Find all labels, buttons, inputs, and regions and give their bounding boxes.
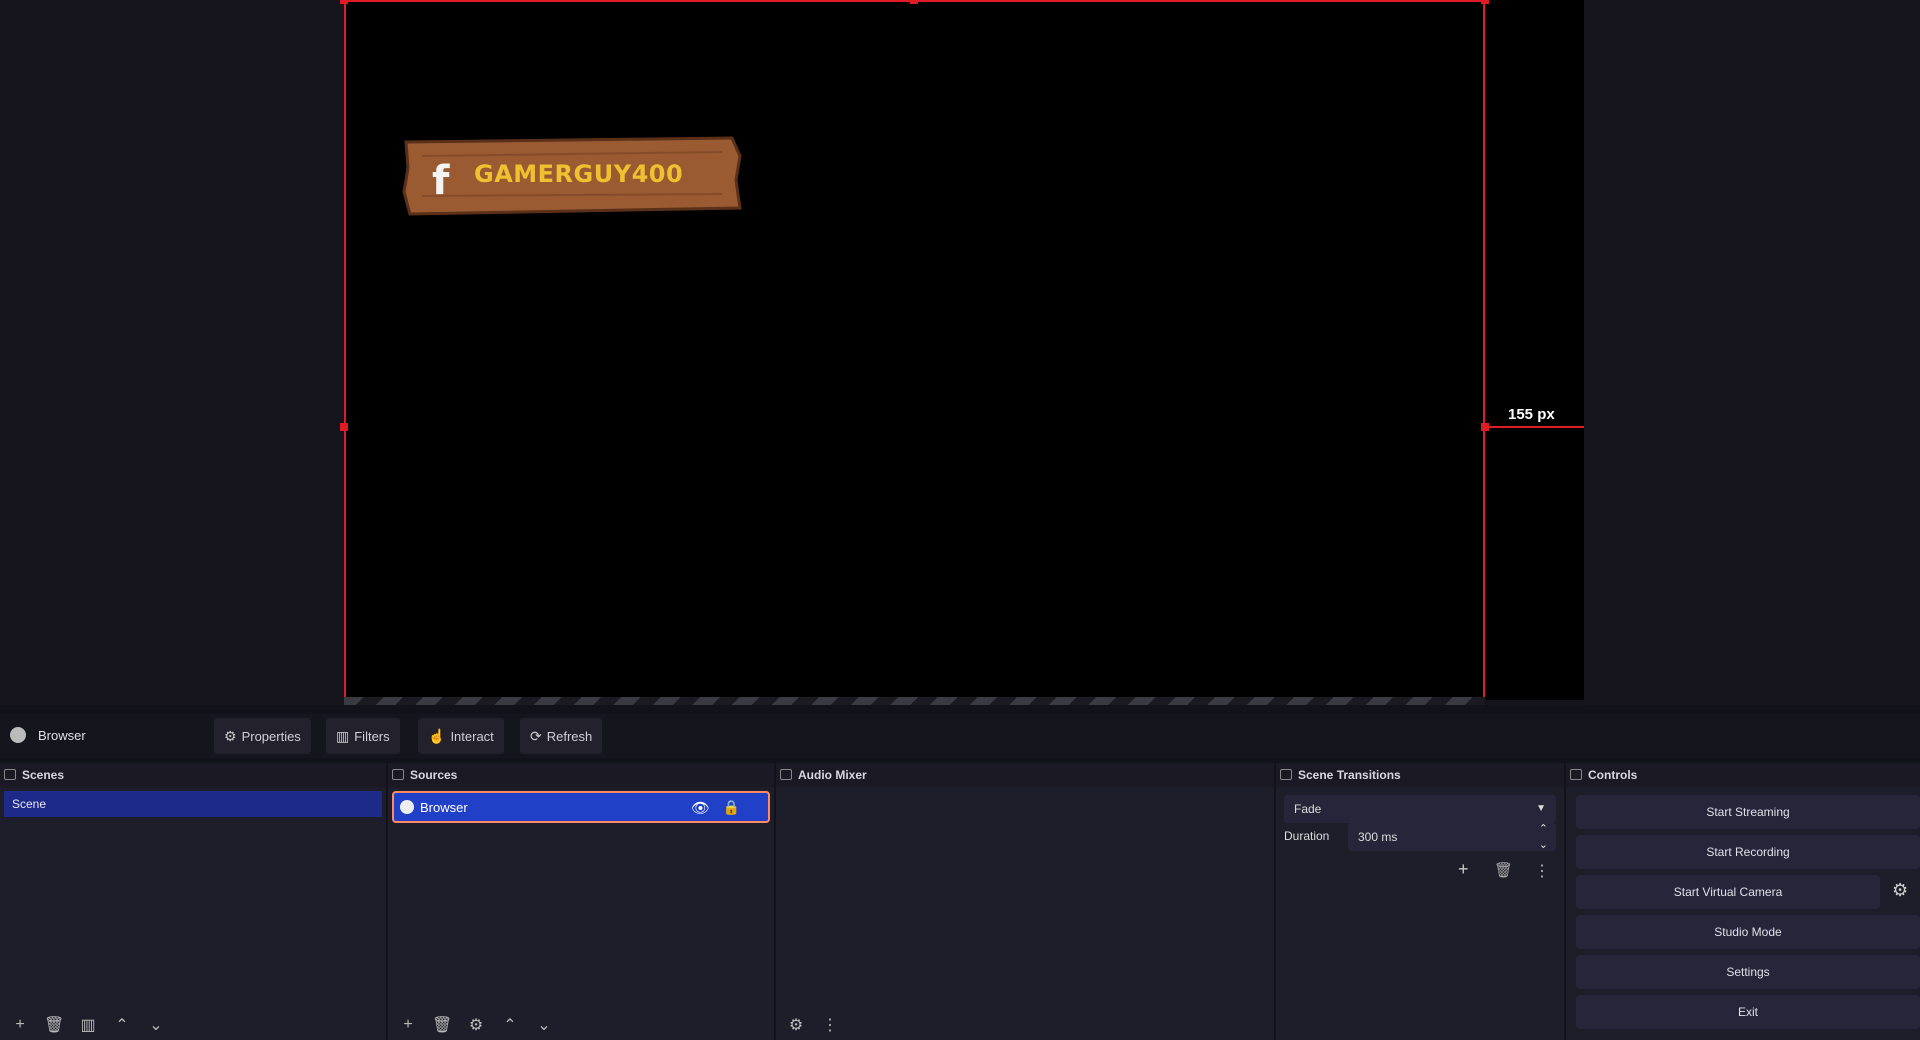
distance-label: 155 px [1508,406,1555,423]
gear-icon: ⚙ [224,727,237,744]
properties-button[interactable]: ⚙ Properties [214,718,311,754]
scene-transitions-dock-title: Scene Transitions [1276,763,1564,787]
studio-mode-button[interactable]: Studio Mode [1576,915,1920,949]
selection-box[interactable] [344,0,1485,705]
browser-source-icon [10,727,26,743]
duration-input[interactable]: 300 ms ⌃ ⌄ [1348,823,1556,851]
lock-icon[interactable]: 🔒 [723,799,740,816]
audio-mixer-dock: Audio Mixer ⚙ ⋮ [776,763,1274,1040]
selected-source-name: Browser [38,728,86,743]
resize-handle-left[interactable] [340,423,348,431]
preview-margin-right [1584,0,1920,705]
exit-button[interactable]: Exit [1576,995,1920,1029]
source-list-item[interactable]: Browser 👁 🔒 [392,791,770,823]
preview-area: f GAMERGUY400 155 px [0,0,1920,705]
filter-icon: ▥ [336,727,350,744]
chevron-up-icon[interactable]: ⌃ [500,1015,520,1035]
chevron-up-icon[interactable]: ⌃ [112,1015,132,1035]
resize-handle-top[interactable] [910,0,918,4]
sources-list[interactable] [388,789,774,1040]
preview-margin-left [0,0,344,705]
start-virtual-camera-button[interactable]: Start Virtual Camera [1576,875,1880,909]
trash-icon[interactable]: 🗑 [44,1015,64,1035]
gear-icon[interactable]: ⚙ [1892,880,1908,901]
audio-mixer-body [776,789,1274,1040]
transition-select[interactable]: Fade ▼ [1284,795,1556,823]
add-icon[interactable]: + [398,1016,418,1034]
scene-list-item[interactable]: Scene [4,791,382,817]
add-icon[interactable]: + [1458,859,1469,880]
duration-label: Duration [1284,829,1330,843]
chevron-down-icon[interactable]: ⌄ [146,1015,166,1035]
audio-mixer-dock-title: Audio Mixer [776,763,1274,787]
hand-pointer-icon: ☝ [428,727,446,744]
eye-icon[interactable]: 👁 [691,799,710,817]
scenes-list[interactable] [0,789,386,1040]
filters-button[interactable]: ▥ Filters [326,718,400,754]
dock-icon [4,769,16,780]
scenes-dock-title: Scenes [0,763,386,787]
refresh-icon: ⟳ [530,727,542,744]
canvas-edge-hatch [344,697,1485,705]
browser-source-icon [400,800,414,814]
chevron-down-icon[interactable]: ⌄ [534,1015,554,1035]
sources-dock-title: Sources [388,763,774,787]
refresh-button[interactable]: ⟳ Refresh [520,718,603,754]
distance-line [1485,426,1584,428]
audio-mixer-footer: ⚙ ⋮ [776,1010,1274,1040]
start-streaming-button[interactable]: Start Streaming [1576,795,1920,829]
scene-transitions-dock: Scene Transitions Fade ▼ Duration 300 ms… [1276,763,1564,1040]
controls-dock-title: Controls [1566,763,1920,787]
start-recording-button[interactable]: Start Recording [1576,835,1920,869]
source-toolbar: Browser ⚙ Properties ▥ Filters ☝ Interac… [0,714,1920,758]
resize-handle-top-right[interactable] [1481,0,1489,4]
settings-button[interactable]: Settings [1576,955,1920,989]
scenes-footer: + 🗑 ▥ ⌃ ⌄ [0,1010,386,1040]
link-settings-icon[interactable]: ⚙ [786,1015,806,1035]
more-options-icon[interactable]: ⋮ [1534,861,1550,881]
resize-handle-top-left[interactable] [340,0,348,4]
trash-icon[interactable]: 🗑 [432,1015,452,1035]
dock-icon [780,769,792,780]
more-options-icon[interactable]: ⋮ [820,1015,840,1035]
scenes-dock: Scenes Scene + 🗑 ▥ ⌃ ⌄ [0,763,386,1040]
dock-icon [1570,769,1582,780]
dock-icon [1280,769,1292,780]
filter-icon[interactable]: ▥ [78,1015,98,1035]
trash-icon[interactable]: 🗑 [1494,861,1513,879]
dropdown-arrow-icon: ▼ [1536,803,1546,814]
sources-footer: + 🗑 ⚙ ⌃ ⌄ [388,1010,774,1040]
interact-button[interactable]: ☝ Interact [418,718,504,754]
gear-icon[interactable]: ⚙ [466,1015,486,1035]
dock-icon [392,769,404,780]
add-icon[interactable]: + [10,1016,30,1034]
spinner-icon[interactable]: ⌃ ⌄ [1539,821,1548,853]
